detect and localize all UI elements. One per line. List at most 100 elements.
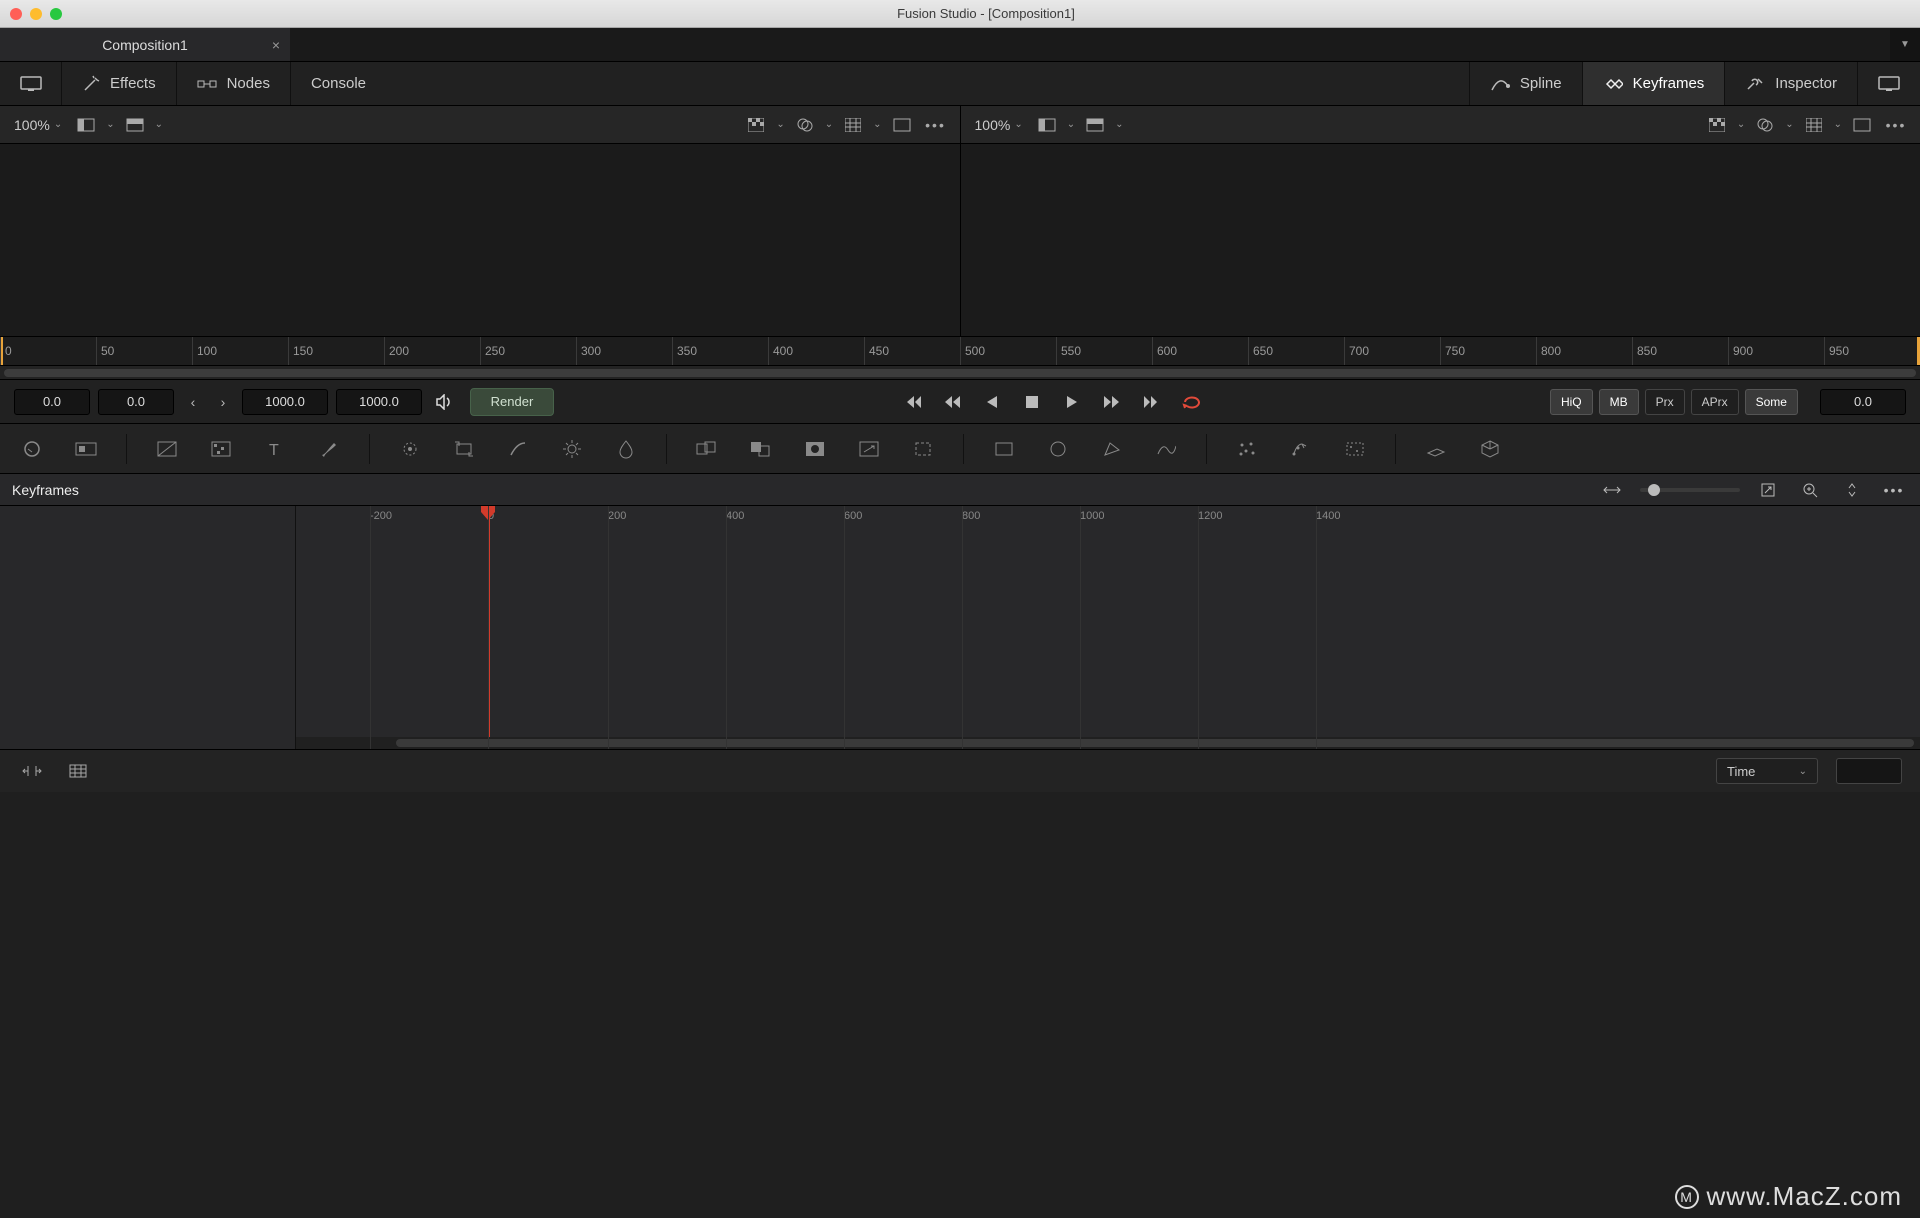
- console-tab[interactable]: Console: [291, 62, 386, 105]
- text-tool-icon[interactable]: T: [261, 435, 289, 463]
- window-maximize-button[interactable]: [50, 8, 62, 20]
- single-view-button[interactable]: [1848, 113, 1876, 137]
- close-icon[interactable]: ×: [272, 37, 280, 53]
- keyframes-hscrollbar[interactable]: [296, 737, 1920, 749]
- more-icon[interactable]: •••: [1880, 478, 1908, 502]
- keyframes-timeline[interactable]: -2000200400600800100012001400: [296, 506, 1920, 749]
- channels-button[interactable]: [791, 113, 819, 137]
- pemit-tool-icon[interactable]: [1287, 435, 1315, 463]
- go-start-button[interactable]: [901, 391, 923, 413]
- chevron-down-icon[interactable]: ⌄: [776, 119, 784, 130]
- viewer-right-zoom[interactable]: 100%⌄: [971, 117, 1027, 133]
- chevron-down-icon[interactable]: ⌄: [1737, 119, 1745, 130]
- checker-button[interactable]: [1703, 113, 1731, 137]
- chevron-down-icon[interactable]: ⌄: [1834, 119, 1842, 130]
- effects-tab[interactable]: Effects: [62, 62, 177, 105]
- prender-tool-icon[interactable]: [1341, 435, 1369, 463]
- keyframes-tree[interactable]: [0, 506, 296, 749]
- time-offset-field[interactable]: [1836, 758, 1902, 784]
- more-icon[interactable]: •••: [922, 113, 950, 137]
- nodes-tab[interactable]: Nodes: [177, 62, 291, 105]
- inspector-tab[interactable]: Inspector: [1725, 62, 1858, 105]
- render-button[interactable]: Render: [470, 388, 554, 416]
- time-ruler[interactable]: 0501001502002503003504004505005506006507…: [0, 336, 1920, 366]
- bspline-mask-icon[interactable]: [1152, 435, 1180, 463]
- viewer-left[interactable]: [0, 144, 961, 336]
- in-time-field[interactable]: 0.0: [98, 389, 174, 415]
- single-view-button[interactable]: [888, 113, 916, 137]
- step-forward-button[interactable]: [1101, 391, 1123, 413]
- viewer-right[interactable]: [961, 144, 1920, 336]
- viewer-left-zoom[interactable]: 100%⌄: [10, 117, 66, 133]
- polygon-mask-icon[interactable]: [1098, 435, 1126, 463]
- chevron-down-icon[interactable]: ⌄: [825, 119, 833, 130]
- brightness-tool-icon[interactable]: [558, 435, 586, 463]
- grid-button[interactable]: [1800, 113, 1828, 137]
- keyframes-ruler[interactable]: -2000200400600800100012001400: [296, 506, 1920, 528]
- scrollbar-thumb[interactable]: [396, 739, 1914, 747]
- split-layout-a-button[interactable]: [1033, 113, 1061, 137]
- window-minimize-button[interactable]: [30, 8, 42, 20]
- rectangle-mask-icon[interactable]: [990, 435, 1018, 463]
- checker-button[interactable]: [742, 113, 770, 137]
- time-readout-field[interactable]: 0.0: [1820, 389, 1906, 415]
- step-back-button[interactable]: [941, 391, 963, 413]
- spline-tab[interactable]: Spline: [1469, 62, 1583, 105]
- tab-menu-dropdown[interactable]: ▼: [1890, 28, 1920, 61]
- stretch-icon[interactable]: [18, 759, 46, 783]
- global-end-field[interactable]: 1000.0: [336, 389, 422, 415]
- chevron-down-icon[interactable]: ⌄: [1067, 119, 1075, 130]
- transform-tool-icon[interactable]: [450, 435, 478, 463]
- some-toggle[interactable]: Some: [1745, 389, 1798, 415]
- channelbool-tool-icon[interactable]: [747, 435, 775, 463]
- sort-icon[interactable]: [1838, 478, 1866, 502]
- resize-tool-icon[interactable]: [855, 435, 883, 463]
- chevron-down-icon[interactable]: ⌄: [1785, 119, 1793, 130]
- aprx-toggle[interactable]: APrx: [1691, 389, 1739, 415]
- chevron-down-icon[interactable]: ⌄: [1115, 119, 1123, 130]
- 3d-shape-tool-icon[interactable]: [1476, 435, 1504, 463]
- stop-button[interactable]: [1021, 391, 1043, 413]
- fastnoise-tool-icon[interactable]: [207, 435, 235, 463]
- background-tool-icon[interactable]: [153, 435, 181, 463]
- crop-tool-icon[interactable]: [909, 435, 937, 463]
- saver-tool-icon[interactable]: [72, 435, 100, 463]
- split-layout-b-button[interactable]: [121, 113, 149, 137]
- channels-button[interactable]: [1751, 113, 1779, 137]
- keyframes-tab[interactable]: Keyframes: [1583, 62, 1726, 105]
- hue-tool-icon[interactable]: [612, 435, 640, 463]
- zoom-in-icon[interactable]: [1796, 478, 1824, 502]
- grid-button[interactable]: [839, 113, 867, 137]
- paint-tool-icon[interactable]: [315, 435, 343, 463]
- current-time-field[interactable]: 0.0: [14, 389, 90, 415]
- keyframes-zoom-slider[interactable]: [1640, 488, 1740, 492]
- loader-tool-icon[interactable]: [18, 435, 46, 463]
- particles-tool-icon[interactable]: [1233, 435, 1261, 463]
- scrollbar-thumb[interactable]: [4, 369, 1916, 377]
- prev-key-button[interactable]: ‹: [182, 391, 204, 413]
- go-end-button[interactable]: [1141, 391, 1163, 413]
- window-close-button[interactable]: [10, 8, 22, 20]
- mb-toggle[interactable]: MB: [1599, 389, 1639, 415]
- composition-tab[interactable]: Composition1 ×: [0, 28, 290, 61]
- slider-knob[interactable]: [1648, 484, 1660, 496]
- time-ruler-scrollbar[interactable]: [0, 366, 1920, 380]
- left-viewer-toggle[interactable]: [0, 62, 62, 105]
- merge-tool-icon[interactable]: [693, 435, 721, 463]
- audio-icon[interactable]: [430, 390, 458, 414]
- play-button[interactable]: [1061, 391, 1083, 413]
- 3d-plane-tool-icon[interactable]: [1422, 435, 1450, 463]
- colorcurves-tool-icon[interactable]: [504, 435, 532, 463]
- time-mode-select[interactable]: Time⌄: [1716, 758, 1818, 784]
- split-layout-a-button[interactable]: [72, 113, 100, 137]
- loop-button[interactable]: [1181, 391, 1203, 413]
- prx-toggle[interactable]: Prx: [1645, 389, 1685, 415]
- next-key-button[interactable]: ›: [212, 391, 234, 413]
- matte-tool-icon[interactable]: [801, 435, 829, 463]
- chevron-down-icon[interactable]: ⌄: [873, 119, 881, 130]
- right-viewer-toggle[interactable]: [1858, 62, 1920, 105]
- split-layout-b-button[interactable]: [1081, 113, 1109, 137]
- chevron-down-icon[interactable]: ⌄: [106, 119, 114, 130]
- global-start-field[interactable]: 1000.0: [242, 389, 328, 415]
- hiq-toggle[interactable]: HiQ: [1550, 389, 1593, 415]
